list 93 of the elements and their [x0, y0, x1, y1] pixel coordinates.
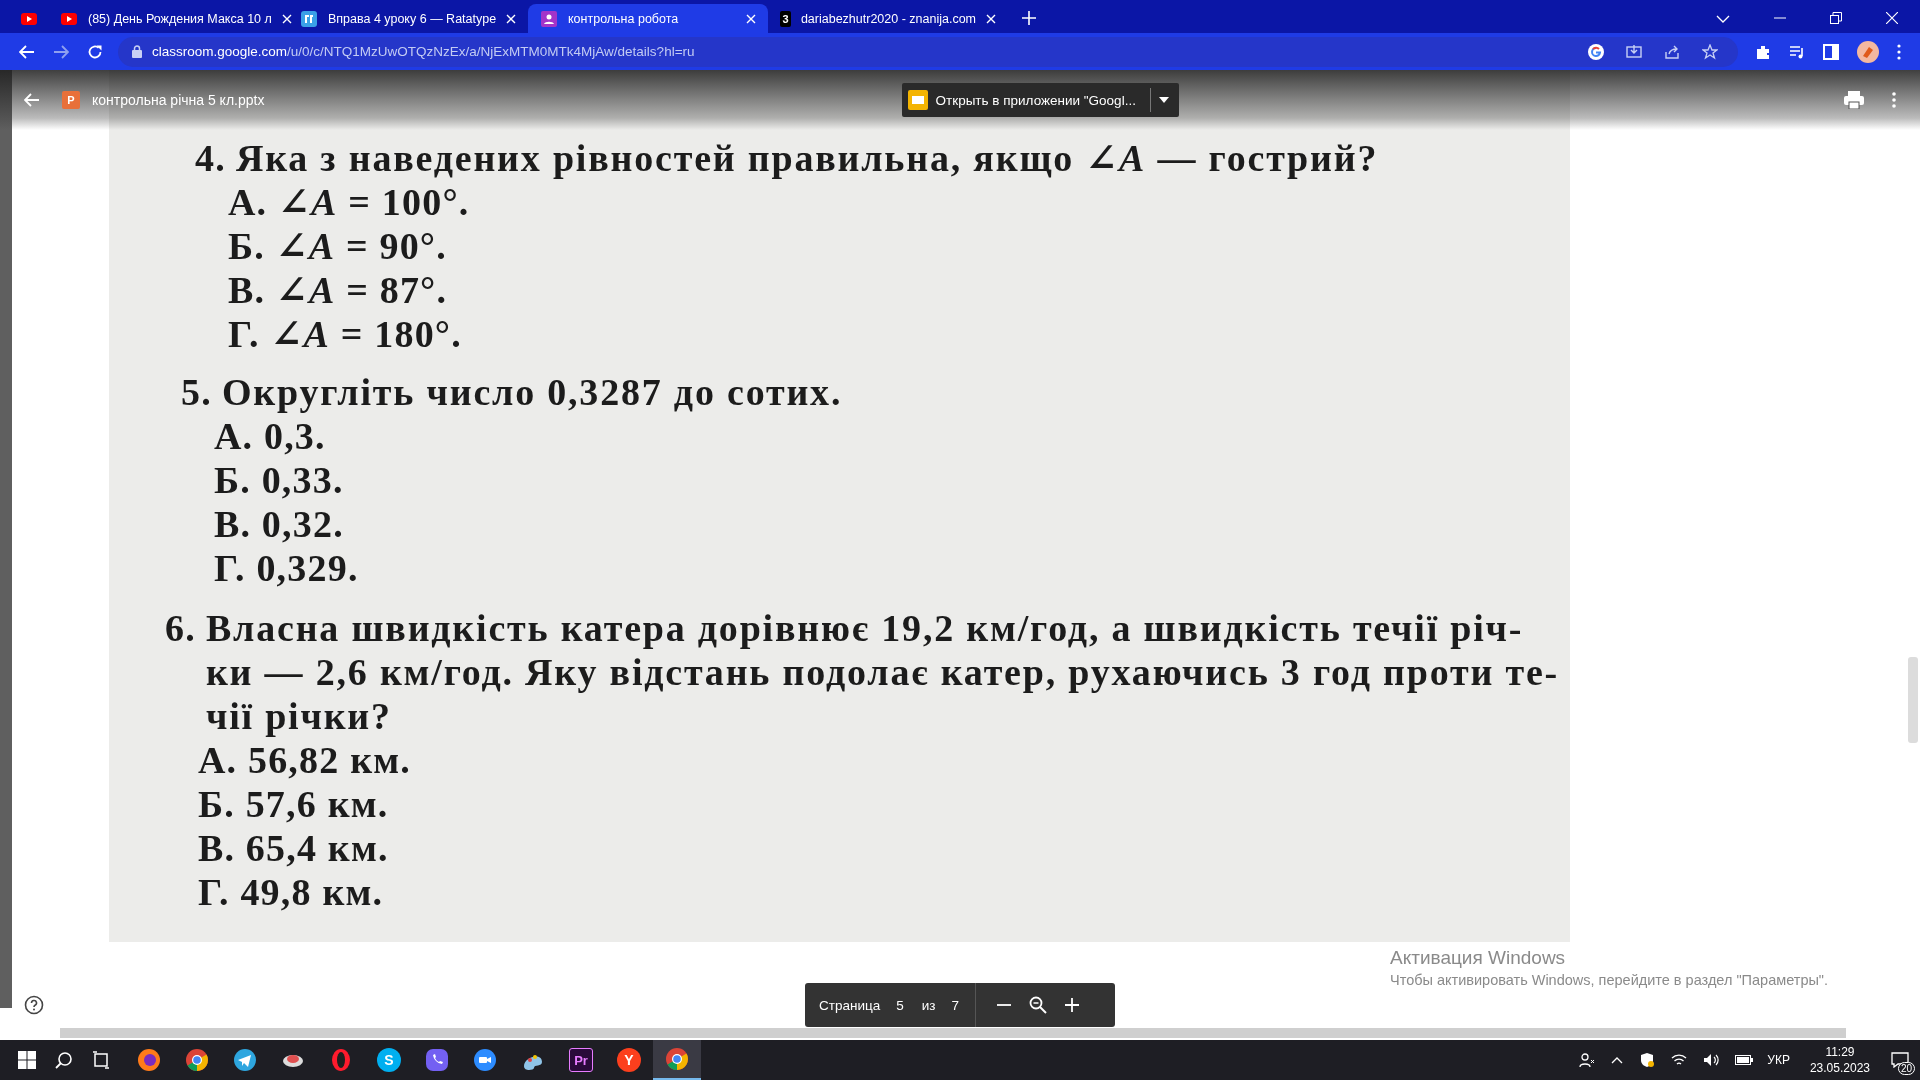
phone-bubble-icon[interactable] [425, 1048, 449, 1072]
activation-text: Чтобы активировать Windows, перейдите в раздел "Параметры". [1390, 972, 1829, 988]
browser-tab[interactable]: Вправа 4 уроку 6 — Ratatype [288, 4, 528, 33]
page-count: 7 [951, 997, 959, 1013]
browser-tab[interactable]: 3 dariabezhutr2020 - znanija.com [768, 4, 1008, 33]
camera-icon[interactable] [473, 1048, 497, 1072]
address-bar[interactable]: classroom.google.com/u/0/c/NTQ1MzUwOTQzNzEx/a/NjExMTM0MTk4MjAw/details?hl=ru [118, 36, 1738, 67]
fox-icon[interactable] [137, 1048, 161, 1072]
answer-option: В. 0,32. [213, 502, 344, 546]
close-icon[interactable] [1886, 12, 1898, 24]
answer-option: А. ∠A = 100°. [227, 180, 470, 224]
page-label: из [921, 997, 936, 1013]
question-number: 6. [165, 606, 196, 651]
question-text: Яка з наведених рівностей правильна, якщо ∠A — гострий? [235, 136, 1379, 180]
google-icon[interactable] [1588, 43, 1604, 60]
answer-option: Г. 49,8 км. [197, 870, 384, 914]
restore-icon[interactable] [1830, 12, 1842, 24]
task-view-icon[interactable] [92, 1051, 110, 1069]
answer-option: Г. 0,329. [213, 546, 359, 590]
windows-start-icon[interactable] [18, 1051, 36, 1069]
clock-date[interactable]: 23.05.2023 [1809, 1060, 1870, 1076]
lock-icon [132, 45, 142, 58]
file-name: контрольна річна 5 кл.pptx [92, 92, 265, 108]
url-text: classroom.google.com/u/0/c/NTQ1MzUwOTQzNzEx/a/NjExMTM0MTk4MjAw/details?hl=ru [152, 44, 695, 59]
answer-option: Б. 0,33. [213, 458, 344, 502]
answer-option: В. ∠A = 87°. [227, 268, 448, 312]
favicon: 3 [780, 10, 791, 27]
security-icon[interactable] [1639, 1052, 1656, 1068]
answer-option: Б. 57,6 км. [197, 782, 389, 826]
question-text: Округліть число 0,3287 до сотих. [221, 370, 843, 414]
scrollbar-thumb[interactable] [1908, 657, 1918, 743]
page-label: Страница [819, 997, 881, 1013]
browser-tab[interactable]: (85) День Рождения Макса 10 л [48, 4, 288, 33]
answer-option: В. 65,4 км. [197, 826, 389, 870]
back-icon[interactable] [24, 93, 40, 107]
slides-icon [907, 90, 928, 110]
notification-button[interactable]: 20 [1880, 1040, 1920, 1080]
volume-icon[interactable] [1703, 1053, 1720, 1067]
star-icon[interactable] [1702, 43, 1718, 60]
help-icon[interactable] [24, 995, 44, 1015]
clock-time[interactable]: 11:29 [1825, 1044, 1855, 1060]
question-number: 5. [181, 370, 212, 415]
extensions-icon[interactable] [1755, 43, 1771, 60]
close-icon[interactable] [986, 13, 996, 24]
activation-title: Активация Windows [1390, 947, 1567, 969]
reload-icon[interactable] [87, 43, 103, 60]
chevron-up-icon[interactable] [1611, 1056, 1624, 1064]
language-indicator[interactable]: УКР [1767, 1053, 1790, 1067]
zoom-icon[interactable] [1028, 996, 1047, 1014]
horizontal-scrollbar[interactable] [60, 1028, 1846, 1038]
print-icon[interactable] [1844, 91, 1864, 109]
question-text: Власна швидкість катера дорівнює 19,2 км/год, а швидкість течії річ- [205, 606, 1524, 650]
app-icon[interactable]: Y [617, 1048, 641, 1072]
install-icon[interactable] [1626, 43, 1642, 60]
answer-option: Б. ∠A = 90°. [227, 224, 447, 268]
people-icon[interactable] [1579, 1052, 1596, 1068]
answer-option: А. 56,82 км. [197, 738, 412, 782]
page-number-field[interactable]: 5 [896, 997, 904, 1013]
ring-icon[interactable] [329, 1048, 353, 1072]
favicon [300, 9, 318, 28]
share-icon[interactable] [1664, 43, 1680, 60]
app-icon[interactable]: Pr [569, 1048, 593, 1072]
question-number: 4. [195, 136, 226, 181]
media-icon[interactable] [1789, 43, 1805, 60]
chrome-icon[interactable] [185, 1048, 209, 1072]
zoom-in-icon[interactable] [1064, 998, 1079, 1012]
active-app-button[interactable] [653, 1040, 701, 1080]
close-icon[interactable] [506, 13, 517, 24]
open-with-button[interactable]: Открыть в приложении "Googl... [901, 83, 1179, 117]
answer-option: А. 0,3. [213, 414, 326, 458]
close-icon[interactable] [281, 13, 292, 24]
answer-option: Г. ∠A = 180°. [227, 312, 462, 356]
notification-count: 20 [1897, 1062, 1915, 1075]
question-text: ки — 2,6 км/год. Яку відстань подолає катер, рухаючись 3 год проти те- [205, 650, 1560, 694]
battery-icon[interactable] [1735, 1055, 1754, 1065]
close-icon[interactable] [746, 13, 756, 24]
back-icon[interactable] [19, 44, 35, 59]
chrome-icon[interactable] [665, 1047, 689, 1071]
forward-icon[interactable] [53, 44, 69, 59]
more-icon[interactable] [1892, 92, 1896, 108]
search-icon[interactable] [55, 1051, 73, 1069]
new-tab-icon[interactable] [1022, 11, 1036, 25]
person-icon [540, 9, 558, 28]
file-type-icon: P [62, 91, 80, 109]
tab-search-icon[interactable] [1716, 14, 1730, 24]
paper-plane-icon[interactable] [233, 1048, 257, 1072]
question-text: чії річки? [205, 694, 392, 738]
wifi-icon[interactable] [1671, 1053, 1688, 1067]
more-icon[interactable] [1897, 43, 1901, 60]
browser-tab[interactable]: контрольна робота [528, 4, 768, 33]
caret-icon[interactable] [1158, 97, 1169, 103]
side-panel-icon[interactable] [1823, 43, 1839, 60]
profile-avatar-icon[interactable] [1857, 40, 1879, 63]
